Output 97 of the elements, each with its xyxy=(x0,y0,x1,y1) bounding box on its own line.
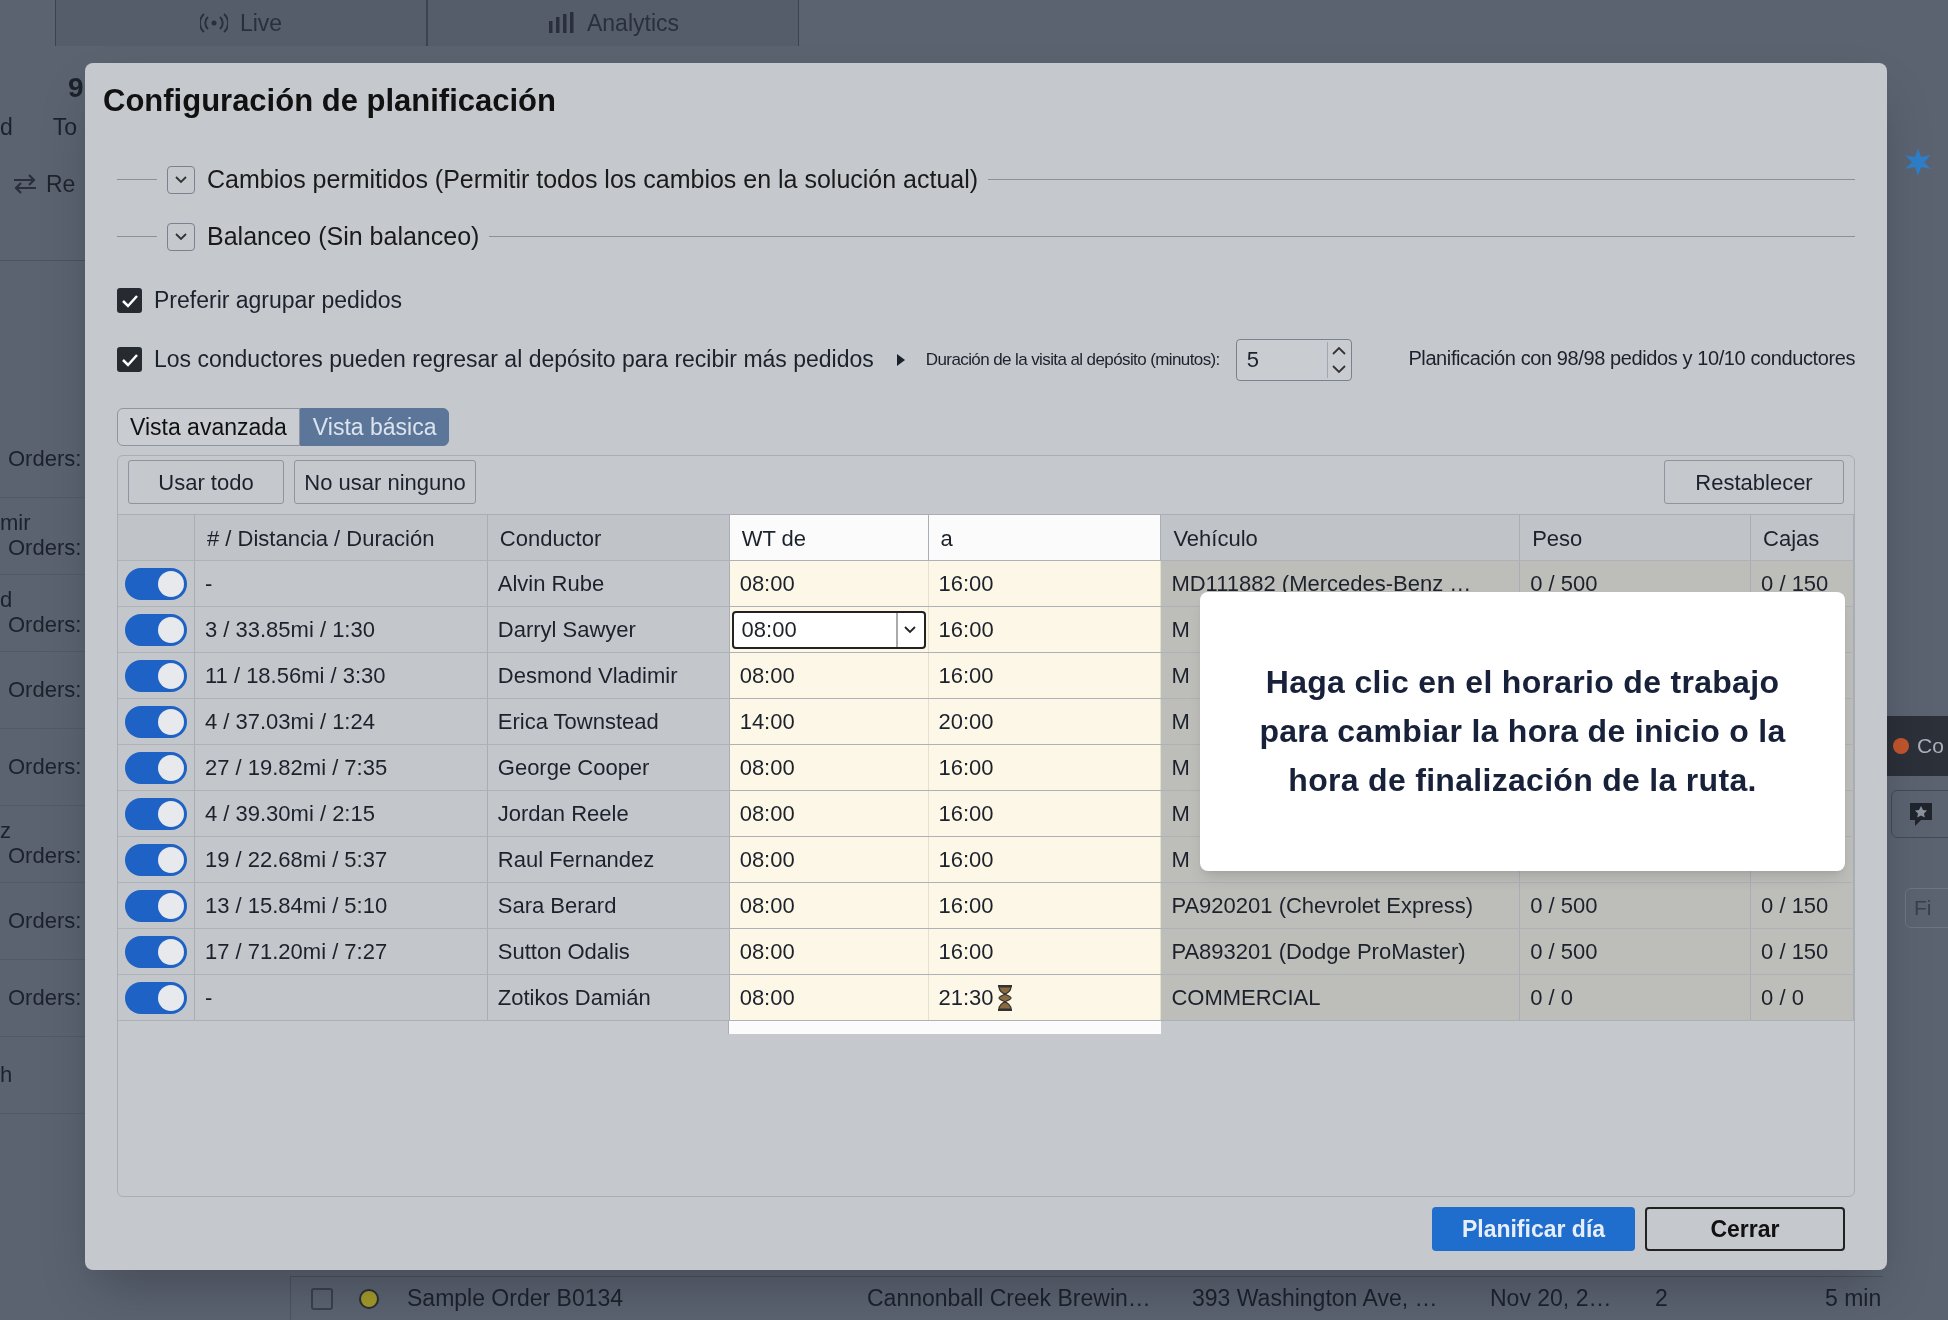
view-tab[interactable]: Vista avanzada xyxy=(117,408,300,446)
customer-name: Cannonball Creek Brewin… xyxy=(867,1284,1152,1314)
chevron-icon xyxy=(174,231,188,242)
broadcast-icon xyxy=(199,11,228,35)
stat-label: d xyxy=(0,113,13,142)
weight-value: 0 / 500 xyxy=(1520,883,1752,928)
start-time[interactable]: 08:00 xyxy=(729,883,929,928)
duration-label: Duración de la visita al depósito (minutos): xyxy=(925,348,1220,371)
section-label: Balanceo (Sin balanceo) xyxy=(207,220,480,252)
toggle-switch[interactable] xyxy=(124,843,187,876)
start-time[interactable]: 08:00 xyxy=(729,653,929,698)
end-time[interactable]: 16:00 xyxy=(938,751,994,784)
checkmark-icon xyxy=(120,352,139,367)
triangle-icon xyxy=(895,352,906,367)
time-dropdown[interactable]: 08:00 xyxy=(731,610,926,649)
view-tab[interactable]: Vista básica xyxy=(299,408,450,446)
swap-icon xyxy=(12,172,38,195)
collapse-toggle[interactable] xyxy=(167,222,195,251)
toggle-switch[interactable] xyxy=(124,659,187,692)
box-count: 0 / 0 xyxy=(1751,975,1854,1020)
bar-chart-icon xyxy=(546,11,575,35)
column-header: WT de xyxy=(729,515,929,560)
section-label: Cambios permitidos (Permitir todos los cambios en la solución actual) xyxy=(207,163,979,195)
orders-label: Orders: xyxy=(8,843,83,869)
end-time[interactable]: 16:00 xyxy=(938,659,994,692)
toggle-switch[interactable] xyxy=(124,889,187,922)
checkbox-label: Los conductores pueden regresar al depósito para recibir más pedidos xyxy=(154,345,874,375)
end-time[interactable]: 16:00 xyxy=(938,567,994,600)
close-button[interactable]: Cerrar xyxy=(1645,1207,1845,1251)
toggle-switch[interactable] xyxy=(124,705,187,738)
orders-label: Orders: xyxy=(8,908,83,934)
comment-button[interactable] xyxy=(1891,790,1948,838)
column-header: a xyxy=(928,515,1162,560)
orders-label: Orders: xyxy=(8,985,83,1011)
orders-label: Orders: xyxy=(8,677,83,703)
person-name: d xyxy=(0,588,14,612)
plan-summary: Planificación con 98/98 pedidos y 10/10 conductores xyxy=(1408,345,1855,371)
checkbox[interactable] xyxy=(311,1287,333,1310)
order-name: Sample Order B0134 xyxy=(407,1284,625,1314)
column-header: Cajas xyxy=(1751,515,1854,560)
start-time[interactable]: 08:00 xyxy=(729,561,929,606)
stat-label: To xyxy=(52,113,78,142)
weight-value: 0 / 0 xyxy=(1520,975,1752,1020)
dialog-title: Configuración de planificación xyxy=(103,83,557,119)
column-header: Vehículo xyxy=(1161,515,1521,560)
weight-value: 0 / 500 xyxy=(1520,929,1752,974)
toggle-switch[interactable] xyxy=(124,751,187,784)
end-time[interactable]: 20:00 xyxy=(938,705,994,738)
vehicle-name: PA920201 (Chevrolet Express) xyxy=(1161,883,1521,928)
end-time[interactable]: 21:30 xyxy=(938,981,994,1014)
checkbox[interactable] xyxy=(117,347,142,372)
vehicle-name: COMMERCIAL xyxy=(1161,975,1521,1020)
start-time[interactable]: 08:00 xyxy=(729,791,929,836)
start-time[interactable]: 08:00 xyxy=(729,975,929,1020)
checkmark-icon xyxy=(120,293,139,308)
toggle-switch[interactable] xyxy=(124,797,187,830)
start-time[interactable]: 14:00 xyxy=(729,699,929,744)
orders-label: Orders: xyxy=(8,535,83,561)
vehicle-name: PA893201 (Dodge ProMaster) xyxy=(1161,929,1521,974)
person-name: h xyxy=(0,1063,14,1087)
column-header: # / Distancia / Duración xyxy=(194,515,488,560)
end-time[interactable]: 16:00 xyxy=(938,843,994,876)
item-count: 2 xyxy=(1655,1284,1669,1314)
use-none-button[interactable]: No usar ninguno xyxy=(294,460,476,504)
checkbox[interactable] xyxy=(117,288,142,313)
toggle-switch[interactable] xyxy=(124,935,187,968)
start-time[interactable]: 08:00 xyxy=(729,745,929,790)
column-header: Conductor xyxy=(487,515,730,560)
start-time[interactable]: 08:00 xyxy=(729,929,929,974)
end-time[interactable]: 16:00 xyxy=(938,797,994,830)
plan-day-button[interactable]: Planificar día xyxy=(1432,1207,1635,1251)
collapse-toggle[interactable] xyxy=(167,165,195,194)
toggle-switch[interactable] xyxy=(124,613,187,646)
use-all-button[interactable]: Usar todo xyxy=(128,460,284,504)
box-count: 0 / 150 xyxy=(1751,929,1854,974)
tooltip: Haga clic en el horario de trabajo para cambiar la hora de inicio o la hora de finalización de la ruta. xyxy=(1200,592,1845,871)
address: 393 Washington Ave, … xyxy=(1192,1284,1439,1314)
person-name: z xyxy=(0,819,12,843)
reset-button[interactable]: Restablecer xyxy=(1664,460,1844,504)
checkbox-label: Preferir agrupar pedidos xyxy=(154,286,403,316)
end-time[interactable]: 16:00 xyxy=(938,889,994,922)
comment-star-icon xyxy=(1907,800,1935,828)
chevron-icon xyxy=(174,174,188,185)
orders-label: Orders: xyxy=(8,754,83,780)
date: Nov 20, 2… xyxy=(1490,1284,1613,1314)
box-count: 0 / 150 xyxy=(1751,883,1854,928)
person-name: mir xyxy=(0,511,32,535)
duration: 5 min xyxy=(1825,1284,1882,1314)
toggle-switch[interactable] xyxy=(124,567,187,600)
toggle-switch[interactable] xyxy=(124,981,187,1014)
end-time[interactable]: 16:00 xyxy=(938,613,994,646)
end-time[interactable]: 16:00 xyxy=(938,935,994,968)
orders-label: Orders: xyxy=(8,612,83,638)
number-field[interactable]: 5 xyxy=(1235,338,1352,381)
start-time[interactable]: 08:00 xyxy=(729,837,929,882)
column-header: Peso xyxy=(1520,515,1752,560)
orders-label: Orders: xyxy=(8,446,83,472)
